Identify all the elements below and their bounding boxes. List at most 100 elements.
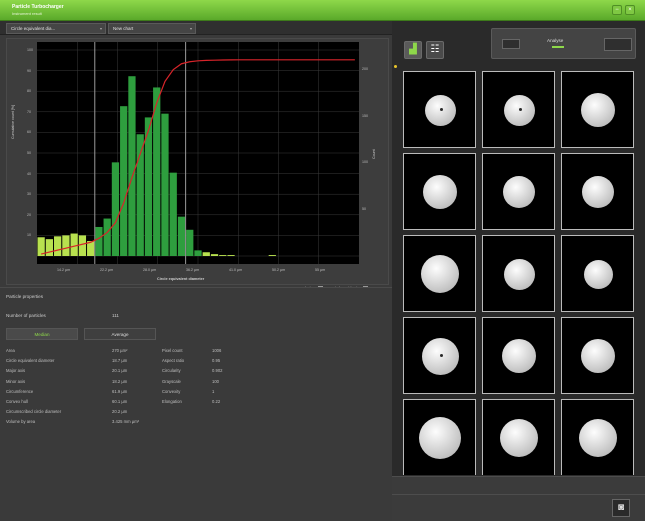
median-button[interactable]: Median — [6, 328, 78, 340]
close-button[interactable]: × — [625, 5, 635, 15]
histogram-icon[interactable]: ▟ — [404, 41, 422, 59]
property-value: 61.9 µm — [112, 388, 128, 394]
analyse-progress-indicator — [552, 46, 564, 48]
histogram-bar — [177, 216, 186, 256]
particle-properties-panel: Particle properties Number of particles … — [0, 287, 392, 521]
property-label: Circumference — [6, 388, 34, 394]
y2-tick-label: 150 — [362, 113, 368, 118]
property-label: Circle equivalent diameter — [6, 358, 55, 364]
plot-area[interactable] — [37, 42, 359, 264]
histogram-bar — [227, 255, 235, 256]
particle-image — [581, 339, 615, 373]
particle-thumbnail[interactable] — [482, 235, 555, 312]
property-label: Convex hull — [6, 399, 28, 404]
property-label: Minor axis — [6, 378, 26, 384]
particle-image — [419, 417, 461, 459]
particle-gallery-panel: ▟ ☷ Analyse ◙ — [392, 21, 645, 521]
property-value: 0.902 — [212, 368, 223, 374]
histogram-bar — [111, 162, 120, 256]
particle-thumbnail[interactable] — [482, 153, 555, 230]
histogram-bar — [54, 236, 62, 256]
x-tick-label: 28.0 µm — [143, 268, 157, 272]
tab-circle-equivalent-diameter[interactable]: Circle equivalent dia... ▾ — [6, 23, 106, 34]
y-tick-label: 80 — [27, 89, 31, 94]
histogram-bar — [70, 233, 78, 256]
property-label: Pixel count — [162, 348, 183, 353]
title-bar: Particle Turbocharger Instrument result … — [0, 0, 645, 21]
thumbnail-grid — [403, 71, 634, 475]
y-tick-label: 40 — [27, 171, 31, 176]
property-label: Circumscribed circle diameter — [6, 409, 62, 415]
analyse-options-button[interactable] — [604, 38, 632, 51]
particle-image — [500, 419, 538, 457]
status-dot — [394, 65, 397, 68]
histogram-panel: Cumulative count [%] Count Circle equiva… — [6, 38, 389, 294]
histogram-bar — [186, 229, 194, 256]
y-tick-label: 30 — [27, 192, 31, 197]
minimize-button[interactable]: − — [612, 5, 622, 15]
particle-spot — [440, 354, 443, 357]
histogram-bar — [95, 226, 103, 256]
camera-icon[interactable]: ◙ — [612, 499, 630, 517]
analyse-start-button[interactable] — [502, 39, 520, 49]
y2-axis-label: Count — [372, 149, 376, 159]
property-value: 60.1 µm — [112, 399, 128, 404]
particle-thumbnail[interactable] — [403, 235, 476, 312]
histogram-bar — [103, 218, 111, 256]
x-tick-label: 22.2 µm — [100, 268, 114, 272]
particle-thumbnail[interactable] — [482, 399, 555, 475]
y2-tick-label: 50 — [362, 207, 366, 212]
property-label: Circularity — [162, 368, 181, 374]
chevron-down-icon: ▾ — [189, 26, 192, 31]
property-label: Grayscale — [162, 378, 181, 384]
histogram-bar — [202, 252, 210, 256]
particle-spot — [440, 108, 443, 111]
x-tick-label: 41.0 µm — [229, 268, 243, 272]
x-axis-label: Circle equivalent diameter — [157, 277, 205, 281]
particle-thumbnail[interactable] — [403, 317, 476, 394]
y-tick-label: 50 — [27, 151, 31, 155]
particle-image — [503, 176, 535, 208]
particle-thumbnail[interactable] — [403, 153, 476, 230]
window-title: Particle Turbocharger — [12, 4, 64, 10]
particle-thumbnail[interactable] — [561, 399, 634, 475]
properties-header: Particle properties — [6, 294, 44, 299]
y-tick-label: 10 — [27, 233, 31, 238]
particle-thumbnail[interactable] — [482, 317, 555, 394]
property-value: 18.2 µm — [112, 378, 128, 384]
particle-thumbnail[interactable] — [561, 71, 634, 148]
property-label: Major axis — [6, 368, 26, 374]
histogram-bar — [78, 235, 87, 256]
tab-label: Circle equivalent dia... — [11, 26, 56, 31]
particle-thumbnail[interactable] — [403, 399, 476, 475]
histogram-bar — [161, 113, 169, 256]
y-tick-label: 20 — [27, 212, 31, 217]
particle-thumbnail[interactable] — [561, 235, 634, 312]
gallery-footer: ◙ — [392, 476, 645, 521]
y-tick-label: 60 — [27, 130, 31, 135]
property-value: 3.425 mm µm³ — [112, 419, 140, 425]
particle-image — [503, 258, 535, 290]
tab-new-chart[interactable]: New chart ▾ — [108, 23, 196, 34]
histogram-bar — [62, 235, 70, 256]
histogram-bar — [120, 106, 128, 257]
particle-thumbnail[interactable] — [403, 71, 476, 148]
x-tick-label: 14.2 µm — [57, 268, 71, 272]
particle-thumbnail[interactable] — [561, 153, 634, 230]
tab-label: New chart — [113, 26, 134, 31]
particle-image — [582, 176, 614, 208]
y2-tick-label: 100 — [362, 160, 368, 165]
particle-image — [579, 419, 617, 457]
chart-tabs: Circle equivalent dia... ▾ New chart ▾ — [0, 21, 392, 35]
average-button[interactable]: Average — [84, 328, 156, 340]
chart-workspace: Circle equivalent dia... ▾ New chart ▾ C… — [0, 21, 392, 521]
particle-thumbnail[interactable] — [561, 317, 634, 394]
property-value: 270 µm² — [112, 348, 128, 353]
particle-image — [583, 259, 613, 289]
y-tick-label: 90 — [27, 68, 31, 73]
particle-image — [421, 255, 459, 293]
particle-spot — [519, 108, 522, 111]
gallery-icon[interactable]: ☷ — [426, 41, 444, 59]
property-value: 20.2 µm — [112, 409, 128, 415]
particle-thumbnail[interactable] — [482, 71, 555, 148]
